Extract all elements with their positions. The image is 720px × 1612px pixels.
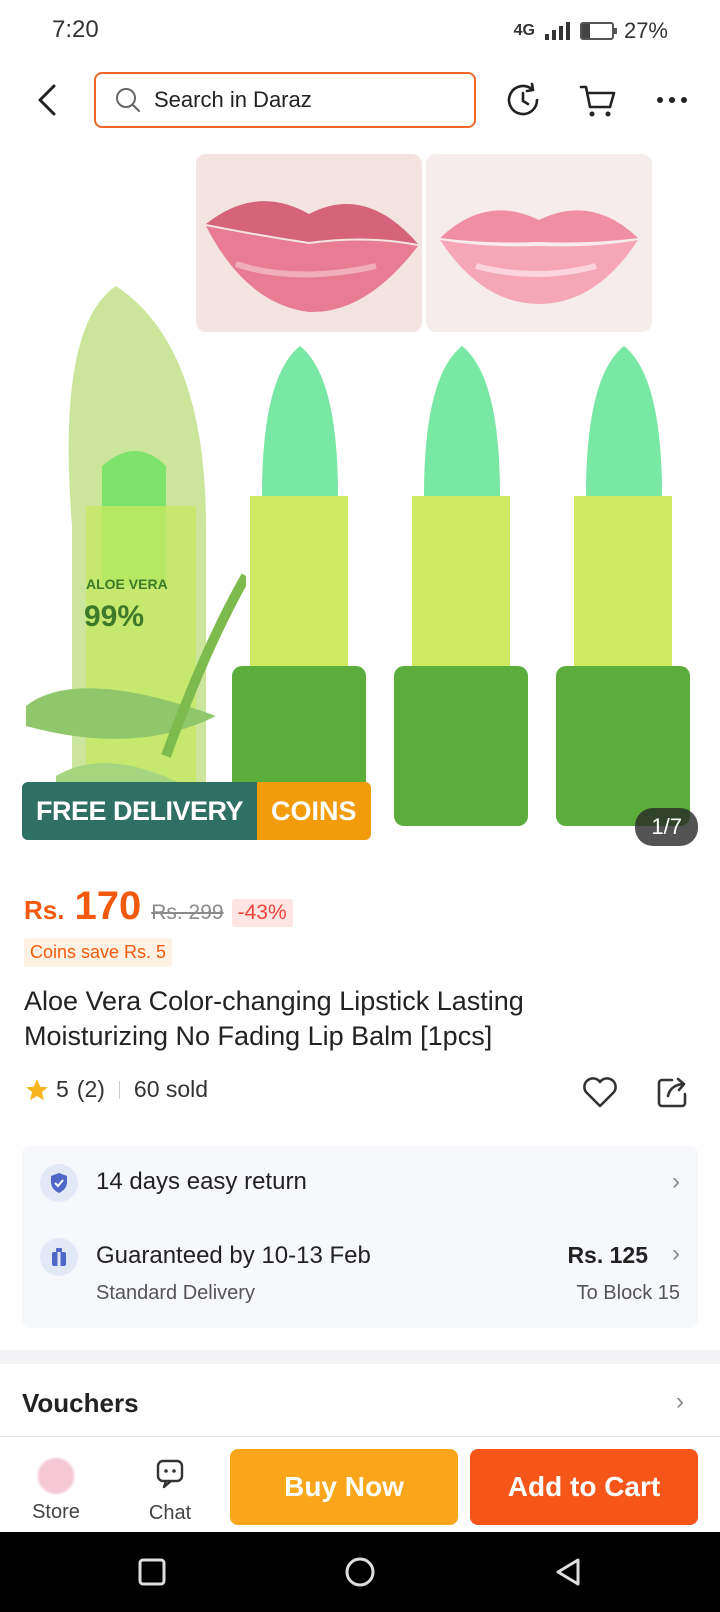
back-nav-icon[interactable] — [550, 1554, 586, 1590]
delivery-fee: Rs. 125 — [567, 1242, 648, 1268]
section-separator — [0, 1350, 720, 1364]
rating-divider — [118, 1080, 120, 1099]
chat-button[interactable]: Chat — [130, 1455, 210, 1525]
lipstick-image-1 — [232, 346, 366, 826]
review-count: (2) — [76, 1076, 105, 1102]
price-currency: Rs. — [24, 895, 65, 925]
coins-badge: COINS — [257, 782, 371, 840]
aloe-vera-print: ALOE VERA — [86, 576, 168, 592]
delivery-info-box: 14 days easy return › Guaranteed by 10-1… — [22, 1146, 698, 1328]
search-placeholder: Search in Daraz — [154, 87, 312, 112]
store-button[interactable]: Store — [18, 1457, 94, 1524]
delivery-chevron-icon[interactable]: › — [672, 1240, 680, 1268]
buy-now-button[interactable]: Buy Now — [230, 1449, 458, 1525]
top-header: Search in Daraz — [0, 70, 720, 132]
network-type: 4G — [513, 22, 535, 39]
vouchers-title: Vouchers — [22, 1388, 139, 1418]
history-icon[interactable] — [503, 80, 543, 120]
more-options-icon[interactable] — [652, 80, 692, 120]
star-icon — [26, 1078, 48, 1100]
store-label: Store — [32, 1501, 80, 1523]
bottom-action-bar: Store Chat Buy Now Add to Cart — [0, 1436, 720, 1532]
home-icon[interactable] — [342, 1554, 378, 1590]
lipstick-image-2 — [394, 346, 528, 826]
return-policy-text[interactable]: 14 days easy return — [96, 1168, 307, 1196]
original-price: Rs. 299 — [151, 901, 224, 924]
delivery-type: Standard Delivery — [96, 1282, 255, 1304]
lipstick-image-3 — [556, 346, 690, 826]
battery-percent: 27% — [623, 18, 668, 43]
coins-save-label: Coins save Rs. 5 — [24, 938, 173, 967]
aloe-tube-image: ALOE VERA 99% — [26, 286, 246, 826]
recents-icon[interactable] — [134, 1554, 170, 1590]
free-delivery-badge: FREE DELIVERY — [22, 782, 258, 840]
lips-photo-right — [426, 154, 652, 332]
status-time: 7:20 — [52, 16, 99, 43]
current-price: 170 — [74, 884, 142, 928]
system-navigation-bar — [0, 1532, 720, 1612]
shield-check-icon — [40, 1164, 78, 1202]
share-icon[interactable] — [654, 1074, 690, 1110]
back-arrow-icon[interactable] — [28, 80, 68, 120]
promo-badges: FREE DELIVERY COINS — [22, 782, 371, 840]
vouchers-section[interactable]: Vouchers › — [0, 1366, 720, 1436]
sold-count: 60 sold — [133, 1076, 209, 1102]
delivery-destination: To Block 15 — [576, 1282, 680, 1304]
discount-badge: -43% — [231, 899, 293, 927]
rating-row[interactable]: 5 (2) 60 sold — [24, 1076, 208, 1103]
cart-icon[interactable] — [578, 80, 618, 120]
status-indicators: 4G 27% — [514, 18, 668, 44]
guarantee-text[interactable]: Guaranteed by 10-13 Feb — [96, 1242, 371, 1270]
search-icon — [116, 88, 140, 112]
vouchers-chevron-icon[interactable]: › — [676, 1388, 684, 1416]
chat-icon — [156, 1459, 184, 1489]
heart-icon[interactable] — [580, 1072, 620, 1112]
battery-icon — [579, 22, 617, 40]
image-counter: 1/7 — [635, 808, 698, 846]
signal-icon — [544, 22, 570, 40]
return-chevron-icon[interactable]: › — [672, 1168, 680, 1196]
price-row: Rs. 170 Rs. 299 -43% — [24, 884, 293, 929]
delivery-package-icon — [40, 1238, 78, 1276]
add-to-cart-button[interactable]: Add to Cart — [470, 1449, 698, 1525]
product-image-gallery[interactable]: ALOE VERA 99% FREE DELIVERY COINS 1/7 — [0, 150, 720, 850]
status-bar: 7:20 4G 27% — [0, 0, 720, 62]
product-title: Aloe Vera Color-changing Lipstick Lastin… — [24, 986, 524, 1051]
percent-print: 99% — [84, 600, 144, 633]
store-avatar — [37, 1457, 75, 1495]
rating-value: 5 — [56, 1076, 69, 1102]
search-input[interactable]: Search in Daraz — [94, 72, 476, 128]
chat-label: Chat — [148, 1502, 192, 1524]
